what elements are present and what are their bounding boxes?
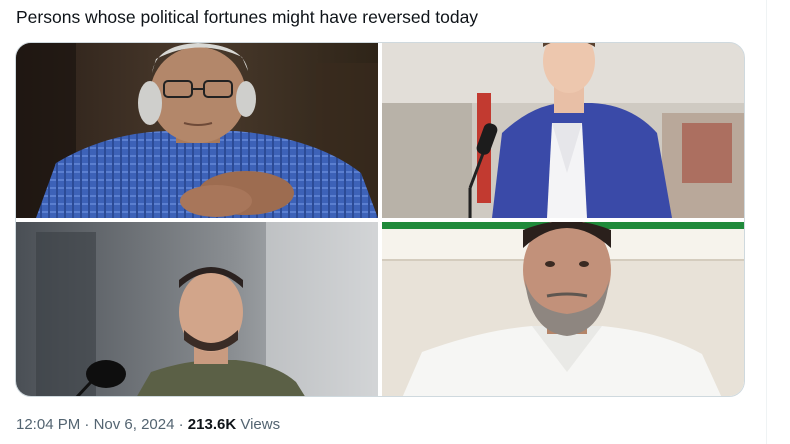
tweet-timestamp-link[interactable]: 12:04 PM · Nov 6, 2024 <box>16 416 174 433</box>
tweet-text: Persons whose political fortunes might h… <box>16 7 479 27</box>
media-grid <box>15 42 745 397</box>
views-link[interactable]: 213.6K Views <box>188 416 280 433</box>
media-photo-1[interactable] <box>16 43 378 218</box>
meta-separator: · <box>178 416 184 433</box>
media-photo-3[interactable] <box>16 222 378 396</box>
meta-separator: · <box>84 416 90 433</box>
tweet-metadata: 12:04 PM · Nov 6, 2024 · 213.6K Views <box>16 415 280 435</box>
views-label: Views <box>240 416 281 433</box>
tweet-date: Nov 6, 2024 <box>93 416 175 433</box>
column-divider <box>766 0 767 444</box>
tweet: Persons whose political fortunes might h… <box>0 0 766 444</box>
media-photo-4[interactable] <box>382 222 744 396</box>
media-photo-2[interactable] <box>382 43 744 218</box>
views-count: 213.6K <box>187 416 237 433</box>
tweet-time: 12:04 PM <box>16 416 81 433</box>
